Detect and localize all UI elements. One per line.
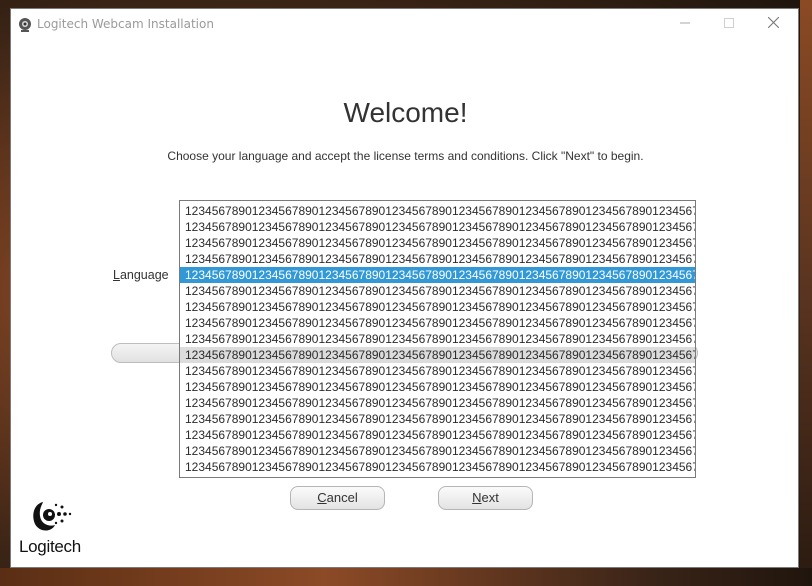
- installer-window: Logitech Webcam Installation Welcome! Ch…: [10, 8, 799, 568]
- list-item[interactable]: 1234567890123456789012345678901234567890…: [180, 251, 695, 267]
- list-item[interactable]: 1234567890123456789012345678901234567890…: [180, 283, 695, 299]
- desktop-background-bottom: [0, 568, 812, 586]
- language-label: Language: [113, 268, 169, 282]
- list-item[interactable]: 1234567890123456789012345678901234567890…: [180, 299, 695, 315]
- list-item[interactable]: 1234567890123456789012345678901234567890…: [180, 363, 695, 379]
- list-item[interactable]: 1234567890123456789012345678901234567890…: [180, 331, 695, 347]
- window-title: Logitech Webcam Installation: [37, 17, 214, 31]
- next-button[interactable]: Next: [438, 486, 533, 510]
- cancel-accelerator: C: [317, 490, 327, 505]
- instructions-text: Choose your language and accept the lice…: [167, 149, 644, 163]
- list-item[interactable]: 1234567890123456789012345678901234567890…: [180, 427, 695, 443]
- logitech-logo-icon: [29, 497, 75, 535]
- next-label: ext: [481, 490, 499, 505]
- list-item[interactable]: 1234567890123456789012345678901234567890…: [180, 219, 695, 235]
- list-item[interactable]: 1234567890123456789012345678901234567890…: [180, 411, 695, 427]
- close-button[interactable]: [751, 9, 795, 39]
- title-bar[interactable]: Logitech Webcam Installation: [11, 9, 798, 39]
- cancel-label: ancel: [326, 490, 358, 505]
- cancel-button[interactable]: Cancel: [290, 486, 385, 510]
- list-item[interactable]: 1234567890123456789012345678901234567890…: [180, 315, 695, 331]
- language-dropdown-list[interactable]: 1234567890123456789012345678901234567890…: [179, 200, 696, 478]
- list-item[interactable]: 1234567890123456789012345678901234567890…: [180, 459, 695, 475]
- list-item[interactable]: 1234567890123456789012345678901234567890…: [180, 347, 695, 363]
- desktop-background: [800, 0, 812, 586]
- list-item[interactable]: 1234567890123456789012345678901234567890…: [180, 203, 695, 219]
- list-item[interactable]: 1234567890123456789012345678901234567890…: [180, 379, 695, 395]
- logitech-wordmark: Logitech: [19, 537, 81, 556]
- close-icon: [767, 15, 779, 33]
- maximize-button[interactable]: [707, 9, 751, 39]
- language-label-text: anguage: [119, 268, 169, 282]
- webcam-icon: [17, 17, 33, 33]
- list-item[interactable]: 1234567890123456789012345678901234567890…: [180, 235, 695, 251]
- list-item[interactable]: 1234567890123456789012345678901234567890…: [180, 267, 695, 283]
- maximize-icon: [724, 15, 734, 33]
- minimize-button[interactable]: [663, 9, 707, 39]
- minimize-icon: [680, 15, 690, 33]
- next-accelerator: N: [472, 490, 482, 505]
- list-item[interactable]: 1234567890123456789012345678901234567890…: [180, 395, 695, 411]
- list-item[interactable]: 1234567890123456789012345678901234567890…: [180, 443, 695, 459]
- language-label-accelerator: L: [113, 268, 120, 282]
- welcome-heading: Welcome!: [343, 97, 468, 128]
